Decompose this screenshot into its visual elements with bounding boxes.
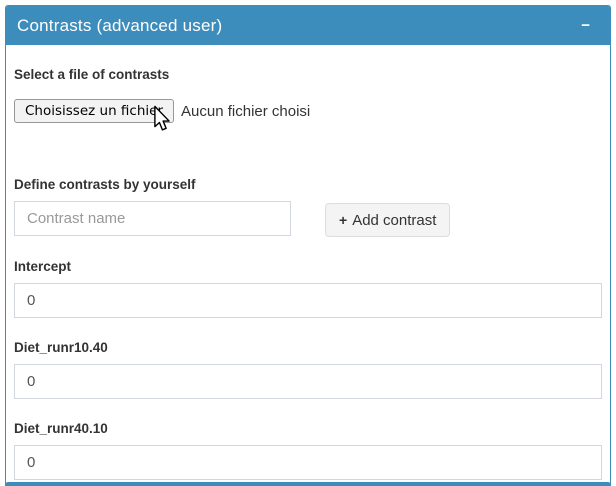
collapse-minus-icon[interactable]: − [577,16,594,35]
coefficient-input-diet-runr40-10[interactable] [14,445,602,480]
define-contrast-row: + Add contrast [14,201,602,237]
contrast-field-diet-runr10-40: Diet_runr10.40 [14,340,602,399]
plus-icon: + [339,213,347,227]
contrast-field-diet-runr40-10: Diet_runr40.10 [14,421,602,480]
coefficient-label: Diet_runr40.10 [14,421,602,437]
define-section-label: Define contrasts by yourself [14,177,602,193]
add-contrast-label: Add contrast [352,212,436,229]
contrast-name-input[interactable] [14,201,291,236]
add-contrast-button[interactable]: + Add contrast [325,203,450,237]
coefficient-label: Diet_runr10.40 [14,340,602,356]
browse-file-button[interactable]: Choisissez un fichier [14,99,174,123]
file-section-label: Select a file of contrasts [14,67,602,83]
panel-header: Contrasts (advanced user) − [6,6,610,45]
coefficient-input-intercept[interactable] [14,283,602,318]
next-panel-header-edge [5,482,611,486]
coefficient-label: Intercept [14,259,602,275]
contrasts-panel: Contrasts (advanced user) − Select a fil… [5,5,611,486]
file-status-text: Aucun fichier choisi [181,103,310,120]
panel-body: Select a file of contrasts Choisissez un… [6,45,610,486]
contrast-field-intercept: Intercept [14,259,602,318]
file-input: Choisissez un fichier Aucun fichier choi… [14,99,602,123]
panel-title: Contrasts (advanced user) [17,16,222,36]
coefficient-input-diet-runr10-40[interactable] [14,364,602,399]
